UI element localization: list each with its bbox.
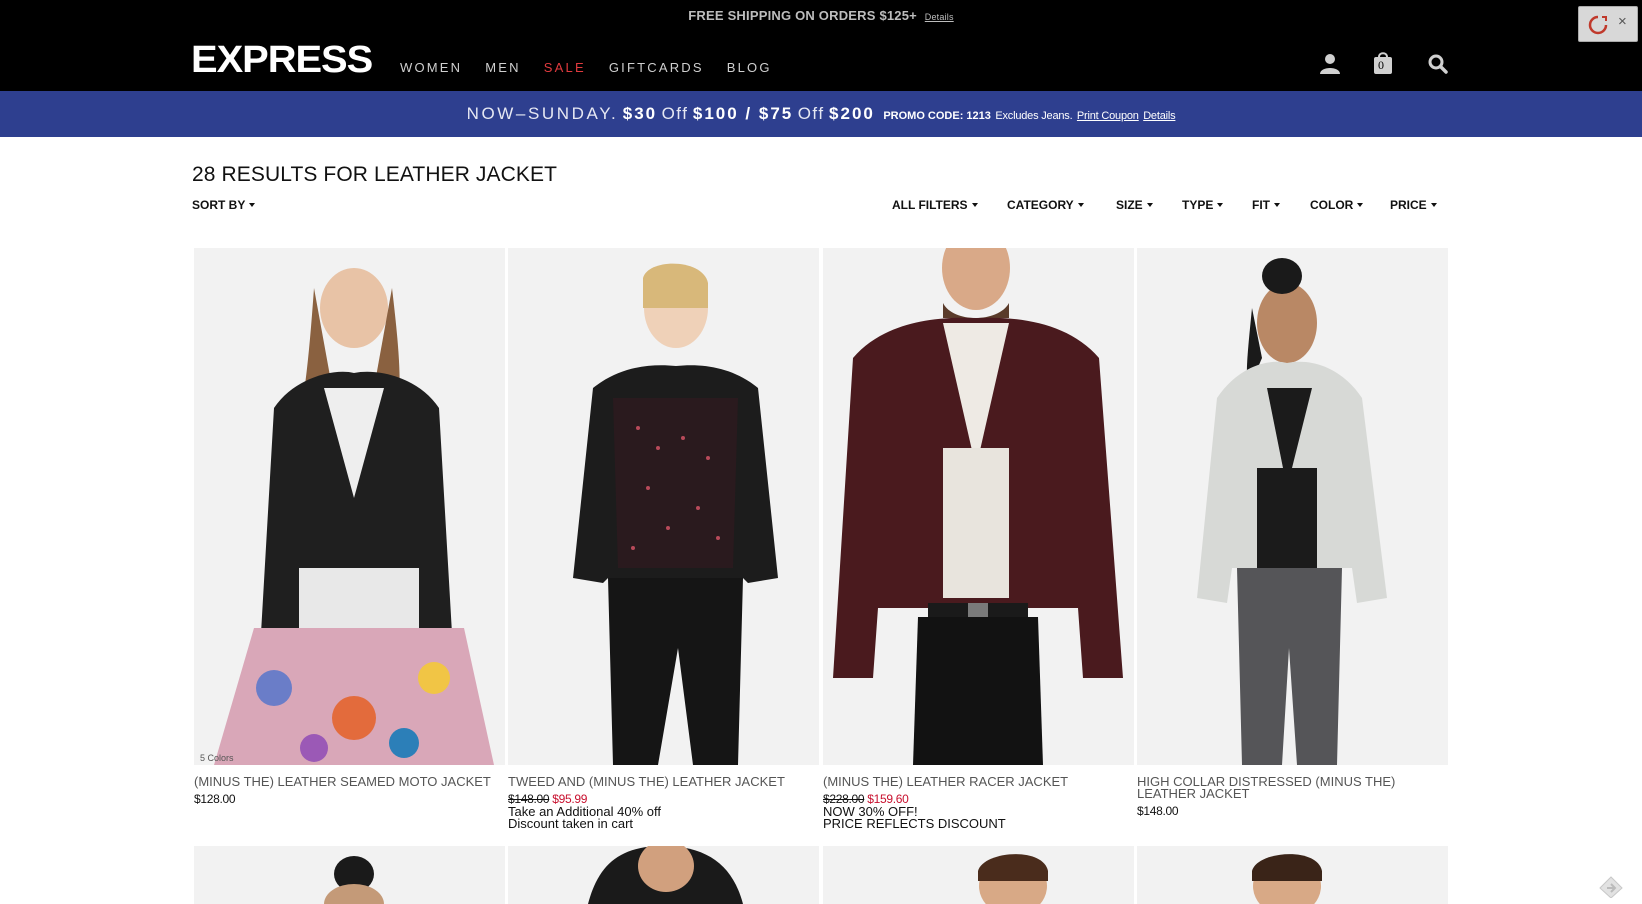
filter-label: COLOR	[1310, 198, 1354, 212]
caret-down-icon	[1146, 203, 1153, 207]
filter-color[interactable]: COLOR	[1310, 198, 1364, 212]
promo-off-2: Off	[797, 104, 825, 123]
promo-code: PROMO CODE: 1213	[883, 110, 991, 122]
bag-count: 0	[1378, 58, 1384, 72]
main-nav: WOMEN MEN SALE GIFTCARDS BLOG	[400, 60, 772, 75]
caret-down-icon	[1077, 203, 1084, 207]
promo-exclusion: Excludes Jeans.	[995, 110, 1073, 122]
filter-label: ALL FILTERS	[892, 198, 968, 212]
user-icon[interactable]	[1318, 52, 1342, 76]
product-name[interactable]: HIGH COLLAR DISTRESSED (MINUS THE) LEATH…	[1137, 775, 1448, 800]
filter-label: PRICE	[1390, 198, 1427, 212]
bag-icon[interactable]: 0	[1371, 50, 1395, 74]
filter-label: SIZE	[1116, 198, 1143, 212]
promo-threshold-2: $200	[829, 104, 875, 123]
filter-category[interactable]: CATEGORY	[1007, 198, 1084, 212]
caret-down-icon	[1274, 203, 1280, 207]
promo-details-link[interactable]: Details	[1143, 110, 1175, 122]
product-image[interactable]: 5 Colors	[194, 248, 505, 765]
express-logo[interactable]: EXPRESS	[191, 40, 373, 80]
caret-down-icon	[1217, 203, 1224, 207]
caret-down-icon	[1430, 203, 1437, 207]
print-coupon-link[interactable]: Print Coupon	[1077, 110, 1139, 122]
product-image[interactable]	[508, 248, 819, 765]
product-name[interactable]: TWEED AND (MINUS THE) LEATHER JACKET	[508, 775, 819, 788]
search-icon[interactable]	[1426, 52, 1450, 76]
promo-off-1: Off	[661, 104, 689, 123]
filter-type[interactable]: TYPE	[1182, 198, 1224, 212]
product-price: $128.00	[194, 792, 236, 806]
promo-banner[interactable]: NOW–SUNDAY. $30 Off $100 / $75 Off $200 …	[0, 91, 1642, 137]
shipping-details-link[interactable]: Details	[925, 12, 954, 22]
nav-men[interactable]: MEN	[485, 60, 521, 75]
extension-logo-icon	[1588, 15, 1608, 35]
filter-all-filters[interactable]: ALL FILTERS	[892, 198, 978, 212]
nav-sale[interactable]: SALE	[544, 60, 586, 75]
filter-size[interactable]: SIZE	[1116, 198, 1153, 212]
product-image[interactable]	[1137, 248, 1448, 765]
feedback-icon[interactable]	[1598, 874, 1624, 898]
color-count[interactable]: 5 Colors	[200, 753, 234, 763]
filter-bar: ALL FILTERS CATEGORY SIZE TYPE FIT COLOR…	[0, 198, 1642, 214]
product-image[interactable]	[823, 248, 1134, 765]
filter-label: FIT	[1252, 198, 1270, 212]
product-name[interactable]: (MINUS THE) LEATHER SEAMED MOTO JACKET	[194, 775, 505, 788]
nav-blog[interactable]: BLOG	[727, 60, 772, 75]
promo-amount-1: $30	[622, 104, 658, 123]
product-image[interactable]	[508, 846, 819, 904]
product-image[interactable]	[1137, 846, 1448, 904]
promo-line: Discount taken in cart	[508, 816, 634, 831]
nav-giftcards[interactable]: GIFTCARDS	[609, 60, 704, 75]
browser-extension-widget[interactable]: ×	[1578, 6, 1638, 42]
shipping-text: FREE SHIPPING ON ORDERS $125+	[688, 8, 917, 23]
caret-down-icon	[1357, 203, 1364, 207]
product-name[interactable]: (MINUS THE) LEATHER RACER JACKET	[823, 775, 1134, 788]
filter-label: CATEGORY	[1007, 198, 1074, 212]
product-price: $148.00	[1137, 804, 1179, 818]
site-header: FREE SHIPPING ON ORDERS $125+ Details EX…	[0, 0, 1642, 91]
nav-women[interactable]: WOMEN	[400, 60, 462, 75]
product-image[interactable]	[194, 846, 505, 904]
filter-label: TYPE	[1182, 198, 1214, 212]
close-icon[interactable]: ×	[1618, 13, 1627, 30]
shipping-banner: FREE SHIPPING ON ORDERS $125+ Details	[0, 8, 1642, 23]
promo-lead: NOW–SUNDAY.	[466, 104, 619, 123]
caret-down-icon	[971, 203, 978, 207]
filter-price[interactable]: PRICE	[1390, 198, 1437, 212]
filter-fit[interactable]: FIT	[1252, 198, 1280, 212]
results-title: 28 RESULTS FOR LEATHER JACKET	[192, 163, 558, 186]
promo-line: PRICE REFLECTS DISCOUNT	[823, 816, 1006, 831]
promo-threshold-1: $100 / $75	[692, 104, 794, 123]
product-image[interactable]	[823, 846, 1134, 904]
